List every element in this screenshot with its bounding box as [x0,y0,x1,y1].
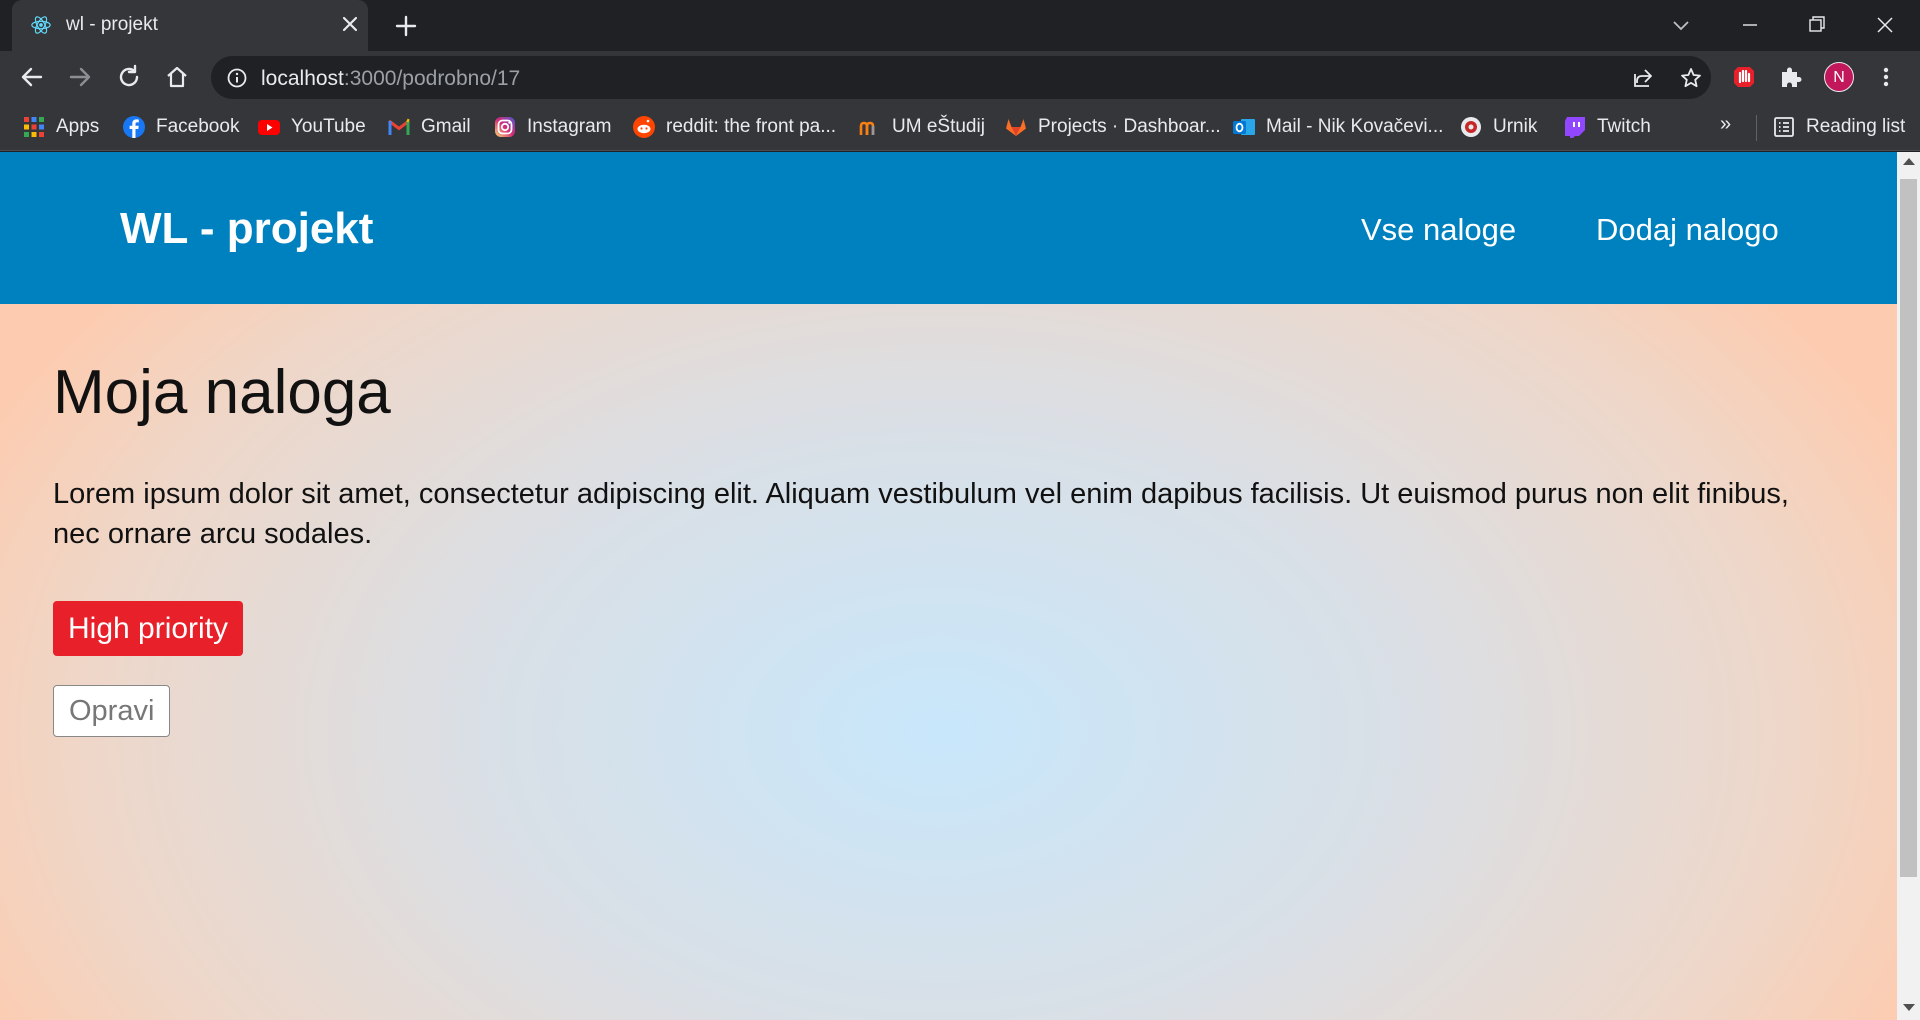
reading-list-button[interactable]: Reading list [1772,113,1905,141]
url-text: localhost:3000/podrobno/17 [261,67,520,91]
bookmark-um-estudij[interactable]: UM eŠtudij [858,113,985,141]
um-estudij-icon [859,121,875,135]
bookmark-apps[interactable]: Apps [22,113,99,141]
gitlab-icon [1006,119,1026,136]
url-path: :3000/podrobno/17 [343,67,521,90]
minimize-icon[interactable] [1735,10,1765,40]
bookmark-youtube[interactable]: YouTube [257,113,366,141]
profile-avatar[interactable]: N [1824,62,1854,92]
bookmarks-overflow-button[interactable]: » [1720,113,1731,136]
share-icon[interactable] [1631,66,1655,90]
forward-arrow-icon[interactable] [64,61,96,93]
scroll-down-arrow-icon[interactable] [1903,1004,1915,1011]
nav-link-all-tasks[interactable]: Vse naloge [1361,212,1516,248]
bookmark-twitch[interactable]: Twitch [1563,113,1651,141]
nav-link-add-task[interactable]: Dodaj nalogo [1596,212,1779,248]
bookmark-label: Gmail [421,116,471,137]
scroll-thumb[interactable] [1900,179,1917,877]
page-viewport: WL - projekt Vse naloge Dodaj nalogo Moj… [0,152,1897,1020]
window-close-icon[interactable] [1870,10,1900,40]
task-description: Lorem ipsum dolor sit amet, consectetur … [53,478,1789,550]
bookmark-label: reddit: the front pa... [666,116,837,137]
bookmark-label: Instagram [527,116,612,137]
priority-badge: High priority [53,601,244,656]
home-icon[interactable] [161,61,193,93]
bookmark-label: Mail - Nik Kovačevi... [1266,116,1444,137]
app-navbar: WL - projekt Vse naloge Dodaj nalogo [0,152,1897,304]
reddit-icon [633,116,655,138]
facebook-icon [123,116,145,138]
reload-icon[interactable] [113,61,145,93]
bookmark-label: Facebook [156,116,240,137]
instagram-icon [495,117,515,137]
bookmark-label: Urnik [1493,116,1538,137]
url-host: localhost [261,67,344,90]
app-brand[interactable]: WL - projekt [120,204,373,254]
back-arrow-icon[interactable] [16,61,48,93]
bookmark-label: Projects · Dashboar... [1038,116,1221,137]
new-tab-plus-icon[interactable] [392,12,420,40]
bookmarks-divider [1756,115,1757,141]
twitch-icon [1565,117,1585,138]
stop-hand-extension-icon[interactable] [1730,63,1758,91]
browser-toolbar: localhost:3000/podrobno/17 N [0,51,1920,103]
bookmarks-bar: Apps Facebook YouTube Gmail Instagram re… [0,103,1920,151]
bookmark-reddit[interactable]: reddit: the front pa... [632,113,836,141]
star-icon[interactable] [1679,66,1703,90]
close-icon[interactable] [338,12,362,36]
urnik-icon [1461,117,1481,137]
bookmark-label: Apps [56,116,100,137]
bookmark-label: Twitch [1597,116,1651,137]
apps-grid-icon [24,117,44,137]
complete-task-button[interactable]: Opravi [53,685,171,737]
reading-list-icon [1774,117,1794,137]
reading-list-label: Reading list [1806,116,1906,137]
scroll-up-arrow-icon[interactable] [1903,158,1915,165]
restore-icon[interactable] [1802,10,1832,40]
more-vertical-icon[interactable] [1872,63,1900,91]
bookmark-facebook[interactable]: Facebook [122,113,239,141]
bookmark-label: YouTube [291,116,366,137]
bookmark-gmail[interactable]: Gmail [387,113,471,141]
browser-tab[interactable]: wl - projekt [12,0,368,51]
youtube-icon [258,120,280,135]
address-bar[interactable]: localhost:3000/podrobno/17 [211,56,1711,99]
bookmark-instagram[interactable]: Instagram [493,113,611,141]
page-scrollbar[interactable] [1897,152,1920,1020]
react-atom-icon [31,16,51,34]
chevron-down-icon[interactable] [1668,12,1694,38]
info-icon[interactable] [226,67,248,89]
bookmark-outlook-mail[interactable]: Mail - Nik Kovačevi... [1232,113,1443,141]
bookmark-urnik[interactable]: Urnik [1459,113,1537,141]
outlook-icon [1233,119,1255,135]
tab-title: wl - projekt [66,14,158,35]
gmail-icon [388,118,410,135]
task-title: Moja naloga [53,358,391,427]
bookmark-label: UM eŠtudij [892,116,985,137]
tab-strip: wl - projekt [0,0,1920,51]
bookmark-gitlab[interactable]: Projects · Dashboar... [1004,113,1221,141]
extensions-puzzle-icon[interactable] [1777,63,1805,91]
